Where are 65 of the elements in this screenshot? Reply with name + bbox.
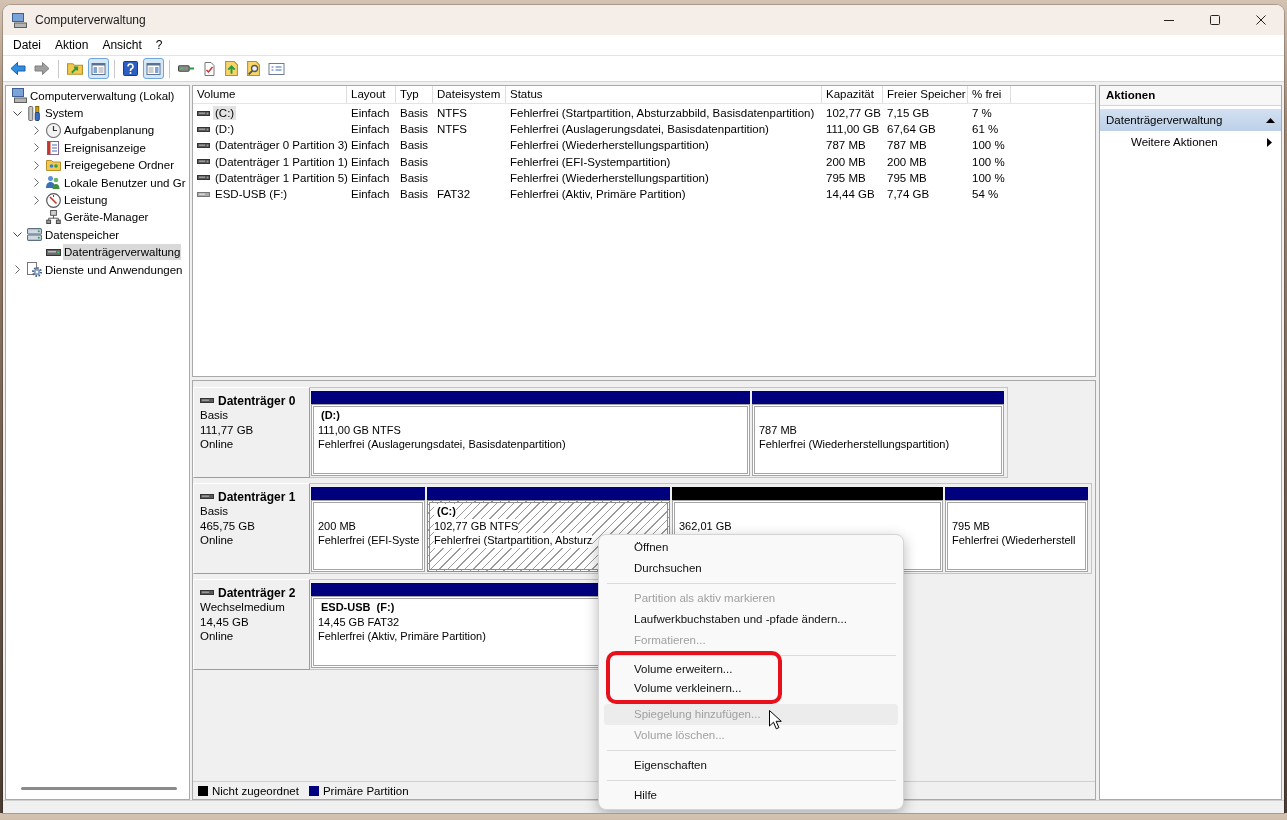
table-cell: 61 % xyxy=(972,122,999,137)
partition-name: (D:) xyxy=(318,408,340,423)
table-cell: Einfach xyxy=(351,138,390,153)
table-cell: 795 MB xyxy=(887,170,927,185)
partition-size: 102,77 GB NTFS xyxy=(434,518,519,533)
disk-name: Datenträger 0 xyxy=(218,393,296,408)
disk-size: 465,75 GB xyxy=(200,518,255,534)
table-cell: FAT32 xyxy=(437,187,471,202)
disk-type: Wechselmedium xyxy=(200,600,285,615)
table-cell: 67,64 GB xyxy=(887,122,936,137)
partition-status: Fehlerfrei (Auslagerungsdatei, Basisdatenpartition) xyxy=(318,437,566,452)
table-cell: 100 % xyxy=(972,170,1005,185)
table-cell: 7 % xyxy=(972,106,992,121)
table-cell: Fehlerfrei (Auslagerungsdatei, Basisdatenpartition) xyxy=(510,122,769,137)
partition-status: Fehlerfrei (Wiederherstell xyxy=(952,533,1076,548)
table-cell: Basis xyxy=(400,170,429,185)
table-cell: 100 % xyxy=(972,154,1005,169)
table-cell: Fehlerfrei (Wiederherstellungspartition) xyxy=(510,138,709,153)
table-cell: 787 MB xyxy=(887,138,927,153)
table-cell: Fehlerfrei (Aktiv, Primäre Partition) xyxy=(510,187,686,202)
disk-status: Online xyxy=(200,437,234,453)
partition-name: (C:) xyxy=(434,504,456,519)
table-cell: Basis xyxy=(400,154,429,169)
table-cell: Einfach xyxy=(351,187,390,202)
table-cell: Einfach xyxy=(351,122,390,137)
table-cell: 787 MB xyxy=(826,138,866,153)
pane-title: Aktionen xyxy=(1100,86,1281,106)
window-title: Computerverwaltung xyxy=(35,13,146,27)
table-cell: Basis xyxy=(400,187,429,202)
disk-type: Basis xyxy=(200,408,229,423)
table-cell: 795 MB xyxy=(826,170,866,185)
table-cell: NTFS xyxy=(437,106,468,121)
table-cell: Einfach xyxy=(351,170,390,185)
table-cell: Einfach xyxy=(351,154,390,169)
table-cell: 54 % xyxy=(972,187,999,202)
disk-size: 111,77 GB xyxy=(200,422,254,438)
table-cell: 7,15 GB xyxy=(887,106,930,121)
table-cell: Basis xyxy=(400,122,429,137)
table-cell: Basis xyxy=(400,106,429,121)
disk-status: Online xyxy=(200,533,234,549)
partition-name: ESD-USB (F:) xyxy=(318,600,395,615)
table-cell: 111,00 GB xyxy=(826,122,880,137)
table-cell: 102,77 GB xyxy=(826,106,881,121)
table-cell: Einfach xyxy=(351,106,390,121)
table-cell: Fehlerfrei (Wiederherstellungspartition) xyxy=(510,170,709,185)
disk-type: Basis xyxy=(200,504,229,519)
disk-name: Datenträger 1 xyxy=(218,489,296,504)
table-cell: 7,74 GB xyxy=(887,187,930,202)
partition-status: Fehlerfrei (EFI-Syste xyxy=(318,533,420,548)
partition-status: Fehlerfrei (Wiederherstellungspartition) xyxy=(759,437,950,452)
disk-size: 14,45 GB xyxy=(200,614,249,630)
legend-label: Primäre Partition xyxy=(322,784,409,797)
partition-status: Fehlerfrei (Startpartition, Absturz xyxy=(434,533,593,548)
legend-label: Nicht zugeordnet xyxy=(212,784,299,797)
table-cell: Fehlerfrei (Startpartition, Absturzabbild, Basisdatenpartition) xyxy=(510,106,815,121)
disk-status: Online xyxy=(200,629,234,645)
table-cell: 100 % xyxy=(972,138,1005,153)
table-cell: NTFS xyxy=(437,122,468,137)
disk-name: Datenträger 2 xyxy=(218,585,296,600)
table-cell: Basis xyxy=(400,138,429,153)
partition-status: Fehlerfrei (Aktiv, Primäre Partition) xyxy=(318,629,486,644)
table-cell: 200 MB xyxy=(826,154,866,169)
table-cell: 14,44 GB xyxy=(826,187,875,202)
table-cell: Fehlerfrei (EFI-Systempartition) xyxy=(510,154,671,169)
table-cell: 200 MB xyxy=(887,154,927,169)
